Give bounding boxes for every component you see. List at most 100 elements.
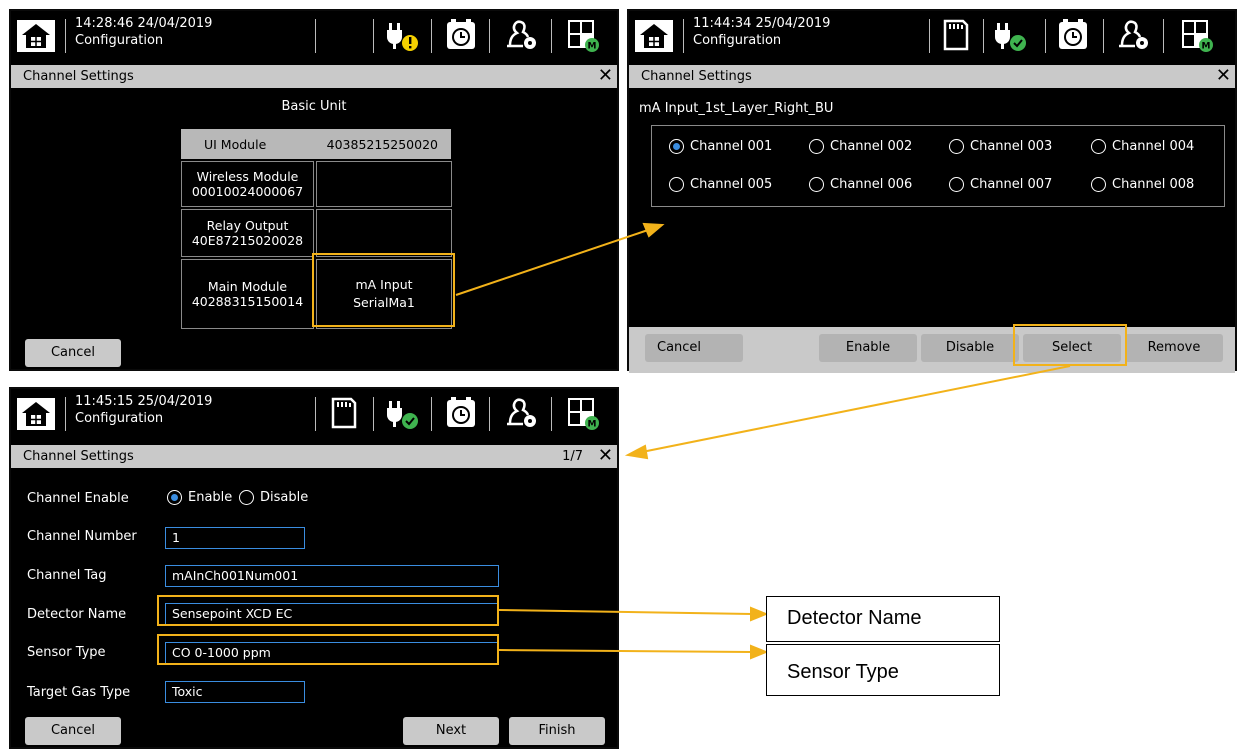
ui-module-label: UI Module	[204, 136, 267, 152]
module-name: mA Input_1st_Layer_Right_BU	[639, 101, 834, 116]
radio-selected-icon	[167, 490, 182, 505]
basic-unit-heading: Basic Unit	[281, 99, 347, 114]
divider	[315, 19, 316, 53]
relay-output-label: Relay Output	[206, 218, 289, 233]
cancel-button[interactable]: Cancel	[645, 334, 743, 362]
screen-channel-config: 11:45:15 25/04/2019 Configuration M Chan…	[9, 387, 619, 749]
channel-tag-label: Channel Tag	[27, 568, 107, 583]
close-icon[interactable]: ✕	[1216, 65, 1231, 87]
datetime: 11:45:15 25/04/2019	[75, 394, 213, 409]
dialog-titlebar: Channel Settings ✕	[629, 65, 1235, 88]
channel-tag-input[interactable]: mAInCh001Num001	[165, 565, 499, 587]
dialog-titlebar: Channel Settings ✕	[11, 65, 617, 88]
next-button[interactable]: Next	[403, 717, 499, 745]
wireless-module-label: Wireless Module	[196, 169, 299, 184]
channel-label: Channel 007	[970, 177, 1053, 192]
finish-button[interactable]: Finish	[509, 717, 605, 745]
divider	[489, 397, 490, 431]
empty-slot[interactable]	[316, 161, 452, 207]
module-grid-icon[interactable]: M	[563, 15, 603, 55]
channel-label: Channel 002	[830, 139, 913, 154]
sd-card-icon[interactable]	[935, 15, 975, 55]
channel-radio-008[interactable]: Channel 008	[1091, 177, 1194, 192]
channel-radio-004[interactable]: Channel 004	[1091, 139, 1194, 154]
close-icon[interactable]: ✕	[598, 445, 613, 467]
svg-text:M: M	[588, 42, 597, 52]
sensor-type-label: Sensor Type	[27, 645, 106, 660]
cancel-button[interactable]: Cancel	[25, 339, 121, 367]
empty-slot[interactable]	[316, 209, 452, 257]
ui-module-slot[interactable]: UI Module 40385215250020	[181, 129, 451, 159]
channel-radio-005[interactable]: Channel 005	[669, 177, 772, 192]
disable-label: Disable	[260, 490, 309, 505]
channel-label: Channel 004	[1112, 139, 1195, 154]
mode-label: Configuration	[75, 411, 164, 426]
clock: 11:44:34 25/04/2019 Configuration	[693, 15, 830, 49]
power-plug-icon[interactable]	[991, 15, 1031, 55]
remove-button[interactable]: Remove	[1125, 334, 1223, 362]
radio-icon	[949, 139, 964, 154]
channel-label: Channel 001	[690, 139, 773, 154]
divider	[983, 19, 984, 53]
divider	[683, 19, 684, 53]
relay-output-slot[interactable]: Relay Output 40E87215020028	[181, 209, 314, 257]
main-module-slot[interactable]: Main Module 40288315150014	[181, 259, 314, 329]
channel-label: Channel 006	[830, 177, 913, 192]
module-grid-icon[interactable]: M	[1177, 15, 1217, 55]
sensor-type-highlight	[157, 634, 499, 665]
target-gas-type-input[interactable]: Toxic	[165, 681, 305, 703]
channel-radio-006[interactable]: Channel 006	[809, 177, 912, 192]
relay-output-serial: 40E87215020028	[191, 233, 304, 248]
enable-radio[interactable]: Enable	[167, 490, 232, 505]
close-icon[interactable]: ✕	[598, 65, 613, 87]
select-button-highlight	[1013, 324, 1127, 366]
radio-icon	[1091, 177, 1106, 192]
radio-icon	[669, 177, 684, 192]
mode-label: Configuration	[75, 33, 164, 48]
dialog-titlebar: Channel Settings 1/7 ✕	[11, 445, 617, 468]
channel-radio-002[interactable]: Channel 002	[809, 139, 912, 154]
divider	[65, 19, 66, 53]
screen-channel-select: 11:44:34 25/04/2019 Configuration M Chan…	[627, 9, 1237, 373]
dialog-title: Channel Settings	[23, 69, 134, 84]
divider	[489, 19, 490, 53]
page-indicator: 1/7	[562, 449, 583, 464]
disable-button[interactable]: Disable	[921, 334, 1019, 362]
wireless-module-slot[interactable]: Wireless Module 00010024000067	[181, 161, 314, 207]
radio-icon	[949, 177, 964, 192]
channel-list	[651, 125, 1225, 207]
alarm-clock-icon[interactable]	[441, 15, 481, 55]
divider	[431, 397, 432, 431]
channel-label: Channel 005	[690, 177, 773, 192]
enable-button[interactable]: Enable	[819, 334, 917, 362]
channel-enable-label: Channel Enable	[27, 491, 129, 506]
channel-number-input[interactable]: 1	[165, 527, 305, 549]
user-key-icon[interactable]	[501, 15, 541, 55]
channel-radio-007[interactable]: Channel 007	[949, 177, 1052, 192]
user-key-icon[interactable]	[1113, 15, 1153, 55]
channel-label: Channel 008	[1112, 177, 1195, 192]
divider	[1045, 19, 1046, 53]
cancel-button[interactable]: Cancel	[25, 717, 121, 745]
alarm-clock-icon[interactable]	[1053, 15, 1093, 55]
home-icon[interactable]	[635, 20, 673, 52]
home-icon[interactable]	[17, 398, 55, 430]
clock: 11:45:15 25/04/2019 Configuration	[75, 393, 212, 427]
channel-radio-001[interactable]: Channel 001	[669, 139, 772, 154]
disable-radio[interactable]: Disable	[239, 490, 308, 505]
module-grid-icon[interactable]: M	[563, 393, 603, 433]
channel-number-label: Channel Number	[27, 529, 137, 544]
channel-radio-003[interactable]: Channel 003	[949, 139, 1052, 154]
alarm-clock-icon[interactable]	[441, 393, 481, 433]
power-plug-icon[interactable]	[383, 15, 423, 55]
power-plug-icon[interactable]	[383, 393, 423, 433]
divider	[373, 397, 374, 431]
divider	[431, 19, 432, 53]
divider	[1103, 19, 1104, 53]
home-icon[interactable]	[17, 20, 55, 52]
user-key-icon[interactable]	[501, 393, 541, 433]
main-module-label: Main Module	[207, 279, 288, 294]
dialog-title: Channel Settings	[641, 69, 752, 84]
sd-card-icon[interactable]	[323, 393, 363, 433]
detector-name-callout: Detector Name	[766, 596, 1000, 642]
